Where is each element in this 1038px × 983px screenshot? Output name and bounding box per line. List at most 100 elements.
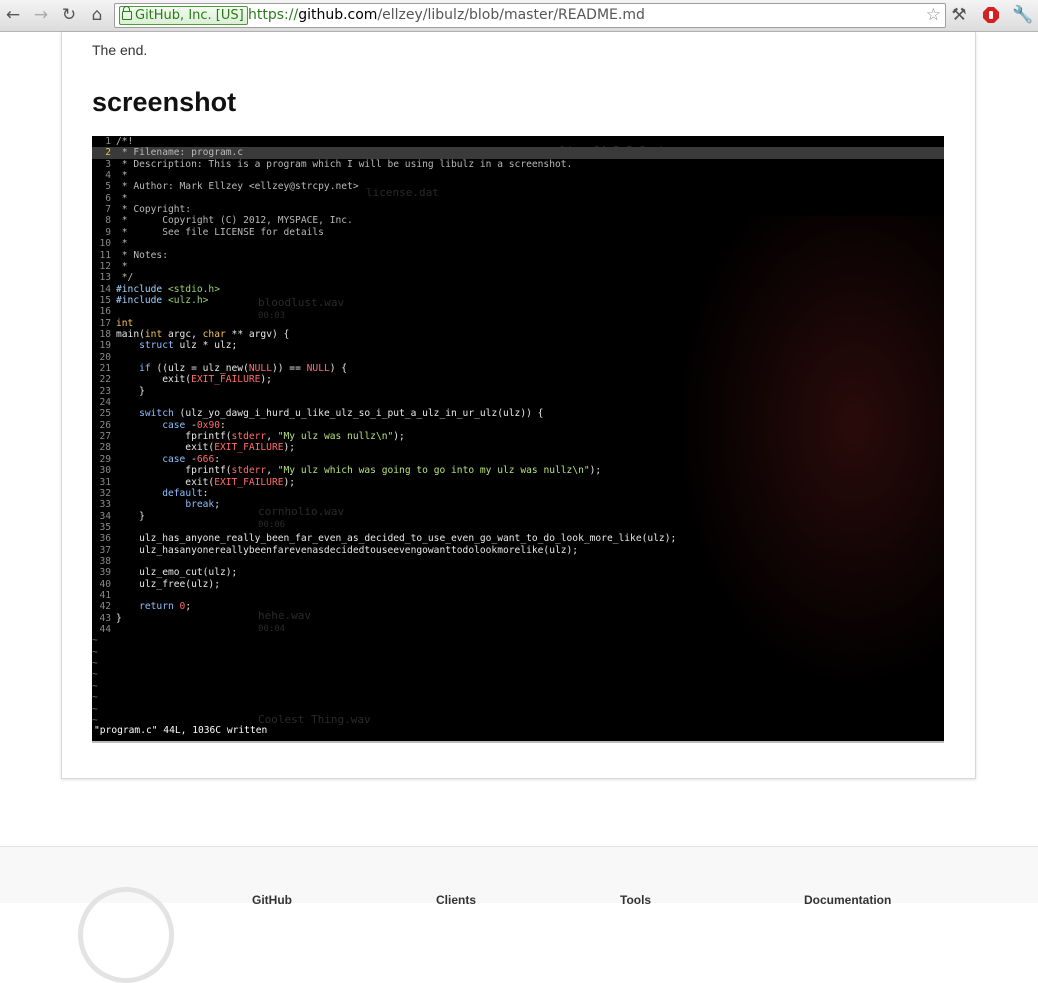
line-number: 19: [99, 340, 111, 352]
line-number: 13: [99, 272, 111, 284]
code-line: 23 }: [92, 385, 144, 397]
line-number: 36: [99, 533, 111, 545]
code-line: 28 exit(EXIT_FAILURE);: [92, 442, 295, 453]
line-number: 4: [105, 170, 111, 182]
line-number: 41: [99, 590, 111, 601]
line-number: 39: [99, 567, 111, 579]
line-number: 32: [99, 487, 111, 499]
line-number: 38: [99, 555, 111, 567]
terminal-screenshot-image: license.dat linux64-5.5.3.sh bloodlust.w…: [92, 136, 944, 743]
empty-buffer-marker: ~: [92, 669, 98, 681]
line-number: 6: [105, 192, 111, 204]
line-number: 35: [99, 521, 111, 533]
code-line: 7 * Copyright:: [92, 204, 191, 215]
line-number: 18: [99, 328, 111, 340]
code-line: 27 fprintf(stderr, "My ulz was nullz\n")…: [92, 431, 404, 443]
ghost-file-name: bloodlust.wav: [258, 296, 345, 309]
code-line: 25 switch (ulz_yo_dawg_i_hurd_u_like_ulz…: [92, 408, 543, 419]
footer-column-tools[interactable]: Tools: [620, 893, 651, 907]
ev-label: GitHub, Inc. [US]: [135, 8, 244, 23]
empty-buffer-marker: ~: [92, 680, 98, 692]
code-line: 35: [92, 522, 116, 533]
line-number: 24: [99, 397, 111, 409]
url-host: github.com: [298, 7, 378, 23]
code-line: 6 *: [92, 192, 127, 204]
line-number: 42: [99, 601, 111, 613]
line-number: 37: [99, 544, 111, 556]
back-arrow-icon[interactable]: ←: [2, 4, 24, 26]
readme-heading: screenshot: [92, 87, 237, 117]
code-line: 20: [92, 352, 116, 363]
line-number: 34: [99, 510, 111, 522]
terminal-bottom-border: [92, 741, 944, 743]
code-line: 24: [92, 397, 116, 408]
line-number: 23: [99, 385, 111, 397]
line-number: 12: [99, 260, 111, 272]
code-line: 41: [92, 590, 116, 601]
line-number: 20: [99, 351, 111, 363]
code-line: 39 ulz_emo_cut(ulz);: [92, 567, 237, 578]
bookmark-star-icon[interactable]: ☆: [926, 4, 941, 27]
line-number: 3: [105, 158, 111, 170]
line-number: 17: [99, 317, 111, 329]
empty-buffer-marker: ~: [92, 692, 98, 704]
ev-certificate-badge[interactable]: GitHub, Inc. [US]: [119, 6, 248, 25]
url-path: /ellzey/libulz/blob/master/README.md: [377, 7, 645, 23]
empty-buffer-marker: ~: [92, 703, 98, 715]
forward-arrow-icon[interactable]: →: [30, 4, 52, 26]
home-icon[interactable]: ⌂: [86, 4, 108, 26]
line-number: 27: [99, 431, 111, 443]
ghost-file-name: Coolest Thing.wav: [258, 713, 371, 726]
code-line: 2 * Filename: program.c: [92, 147, 944, 159]
code-line: 36 ulz_has_anyone_really_been_far_even_a…: [92, 533, 676, 544]
line-number: 15: [99, 294, 111, 306]
adblock-icon[interactable]: [980, 4, 1002, 26]
line-number: 44: [99, 624, 111, 636]
url-text: https://github.com/ellzey/libulz/blob/ma…: [248, 4, 645, 27]
line-number: 9: [105, 226, 111, 238]
empty-buffer-marker: ~: [92, 658, 98, 670]
line-number: 14: [99, 283, 111, 295]
code-line: 8 * Copyright (C) 2012, MYSPACE, Inc.: [92, 215, 353, 226]
code-line: 9 * See file LICENSE for details: [92, 227, 324, 238]
line-number: 7: [105, 204, 111, 216]
code-line: 18 main(int argc, char ** argv) {: [92, 329, 289, 340]
line-number: 31: [99, 476, 111, 488]
code-line: 32 default:: [92, 488, 208, 499]
code-line: 4 *: [92, 170, 127, 182]
code-line: 33 break;: [92, 499, 220, 510]
line-number: 1: [105, 136, 111, 147]
code-line: 17 int: [92, 318, 133, 329]
line-number: 8: [105, 215, 111, 227]
line-number: 40: [99, 578, 111, 590]
line-number: 30: [99, 465, 111, 477]
reload-icon[interactable]: ↻: [58, 4, 80, 26]
code-line: 5 * Author: Mark Ellzey <ellzey@strcpy.n…: [92, 181, 358, 193]
wallpaper-decoration: [644, 216, 944, 736]
footer-column-github[interactable]: GitHub: [252, 893, 292, 907]
lock-icon: [122, 6, 132, 20]
ghost-file-meta: 00:03: [258, 311, 286, 321]
code-line: 44: [92, 624, 116, 635]
empty-buffer-marker: ~: [92, 635, 98, 647]
code-line: 34 }: [92, 510, 144, 522]
footer-column-documentation[interactable]: Documentation: [804, 893, 891, 907]
code-line: 21 if ((ulz = ulz_new(NULL)) == NULL) {: [92, 363, 347, 374]
code-line: 15 #include <ulz.h>: [92, 295, 208, 306]
code-line: 19 struct ulz * ulz;: [92, 340, 237, 351]
browser-toolbar: ← → ↻ ⌂ GitHub, Inc. [US] https://github…: [0, 0, 1038, 32]
line-number: 2: [105, 147, 111, 159]
footer-column-clients[interactable]: Clients: [436, 893, 476, 907]
line-number: 5: [105, 181, 111, 193]
developer-tools-icon[interactable]: ⚒: [948, 4, 970, 26]
line-number: 16: [99, 306, 111, 318]
address-bar[interactable]: GitHub, Inc. [US] https://github.com/ell…: [114, 3, 946, 28]
vim-status-line: "program.c" 44L, 1036C written: [94, 725, 268, 736]
line-number: 22: [99, 374, 111, 386]
wrench-menu-icon[interactable]: 🔧: [1012, 4, 1034, 26]
code-line: 10 *: [92, 238, 127, 249]
site-footer: GitHub Clients Tools Documentation: [0, 846, 1038, 983]
line-number: 43: [99, 612, 111, 624]
code-line: 22 exit(EXIT_FAILURE);: [92, 374, 272, 385]
line-number: 21: [99, 363, 111, 374]
